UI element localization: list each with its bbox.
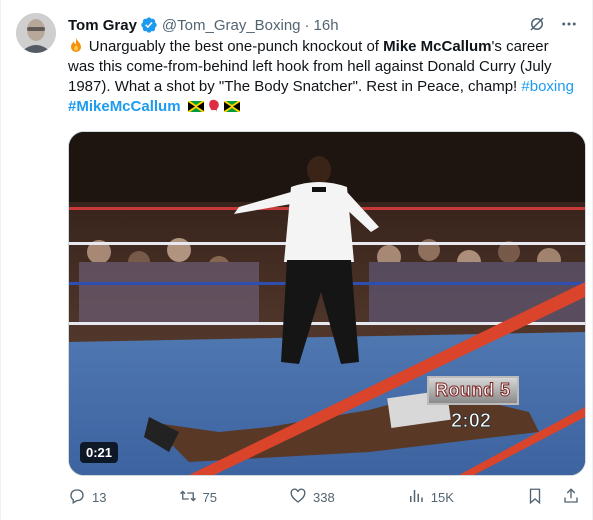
video-player[interactable]: Round 5 2:02 0:21	[68, 131, 586, 476]
share-button[interactable]	[562, 487, 580, 508]
tweet[interactable]: Tom Gray @Tom_Gray_Boxing · 16h Unarguab…	[0, 0, 593, 520]
like-icon	[289, 487, 307, 508]
fire-icon	[68, 37, 89, 55]
boxing-glove-icon	[207, 99, 221, 113]
tweet-text-bold-name: Mike McCallum	[383, 38, 492, 55]
like-button[interactable]: 338	[289, 487, 335, 508]
tweet-actions: 13 75 338 15K	[68, 486, 580, 508]
grok-icon[interactable]	[527, 14, 547, 34]
timestamp[interactable]: 16h	[314, 17, 339, 34]
author-name[interactable]: Tom Gray	[68, 17, 137, 34]
reply-icon	[68, 487, 86, 508]
top-actions	[527, 14, 579, 34]
avatar[interactable]	[16, 13, 56, 53]
jamaica-flag-icon-2	[223, 98, 241, 113]
like-count: 338	[313, 489, 335, 505]
right-actions	[526, 487, 580, 508]
views-count: 15K	[430, 489, 454, 505]
jamaica-flag-icon	[187, 98, 205, 113]
bookmark-button[interactable]	[526, 487, 544, 508]
reply-button[interactable]: 13	[68, 487, 106, 508]
more-icon[interactable]	[559, 14, 579, 34]
round-overlay: Round 5	[427, 376, 519, 405]
hashtag-mikemccallum[interactable]: #MikeMcCallum	[68, 98, 181, 115]
views-icon	[407, 487, 425, 508]
author-handle[interactable]: @Tom_Gray_Boxing	[162, 17, 301, 34]
share-icon	[562, 487, 580, 508]
video-duration: 0:21	[80, 442, 119, 463]
clock-overlay: 2:02	[450, 410, 492, 433]
bookmark-icon	[526, 487, 544, 508]
verified-badge-icon	[140, 16, 158, 34]
tweet-header: Tom Gray @Tom_Gray_Boxing · 16h	[68, 14, 339, 36]
views-button[interactable]: 15K	[407, 487, 454, 508]
reply-count: 13	[92, 489, 107, 505]
separator-dot: ·	[304, 16, 310, 34]
hashtag-boxing[interactable]: #boxing	[521, 78, 574, 95]
repost-icon	[179, 487, 197, 508]
video-frame	[69, 132, 585, 475]
tweet-text: Unarguably the best one-punch knockout o…	[68, 36, 578, 117]
repost-button[interactable]: 75	[179, 487, 217, 508]
repost-count: 75	[202, 489, 217, 505]
tweet-text-part-1: Unarguably the best one-punch knockout o…	[88, 38, 384, 55]
